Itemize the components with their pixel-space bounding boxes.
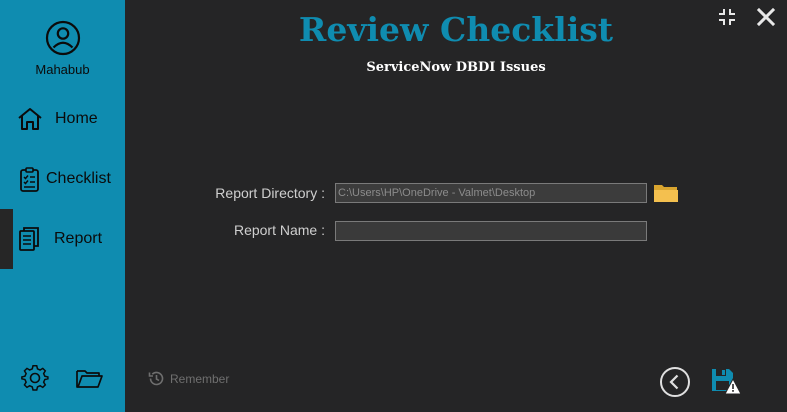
- browse-folder-icon[interactable]: [653, 182, 679, 204]
- nav-home-label: Home: [55, 110, 98, 127]
- nav-checklist-label: Checklist: [46, 170, 111, 187]
- home-icon: [18, 108, 42, 130]
- remember-toggle[interactable]: Remember: [147, 369, 229, 388]
- folder-open-icon[interactable]: [75, 363, 103, 393]
- page-subtitle: ServiceNow DBDI Issues: [366, 60, 546, 75]
- close-icon[interactable]: [756, 7, 776, 27]
- active-nav-indicator: [0, 209, 13, 269]
- report-directory-label: Report Directory :: [215, 185, 325, 201]
- checklist-icon: [20, 167, 39, 192]
- save-warning-icon[interactable]: [710, 367, 742, 395]
- history-icon: [148, 371, 164, 386]
- report-name-label: Report Name :: [233, 222, 325, 238]
- report-name-input[interactable]: [335, 221, 647, 241]
- page-title: Review Checklist: [298, 10, 614, 49]
- report-icon: [19, 227, 39, 251]
- user-profile[interactable]: Mahabub: [0, 18, 125, 77]
- back-icon[interactable]: [659, 366, 691, 398]
- user-name: Mahabub: [35, 62, 90, 77]
- nav-report[interactable]: Report: [16, 221, 102, 257]
- minimize-icon[interactable]: [717, 7, 737, 27]
- nav-home[interactable]: Home: [16, 101, 98, 137]
- remember-label: Remember: [170, 371, 230, 386]
- settings-icon[interactable]: [20, 363, 50, 393]
- nav-report-label: Report: [54, 230, 103, 247]
- sidebar: Mahabub Home Checklist Report: [0, 0, 125, 412]
- report-directory-input[interactable]: [335, 183, 647, 203]
- nav-checklist[interactable]: Checklist: [16, 161, 111, 197]
- user-icon: [45, 20, 80, 56]
